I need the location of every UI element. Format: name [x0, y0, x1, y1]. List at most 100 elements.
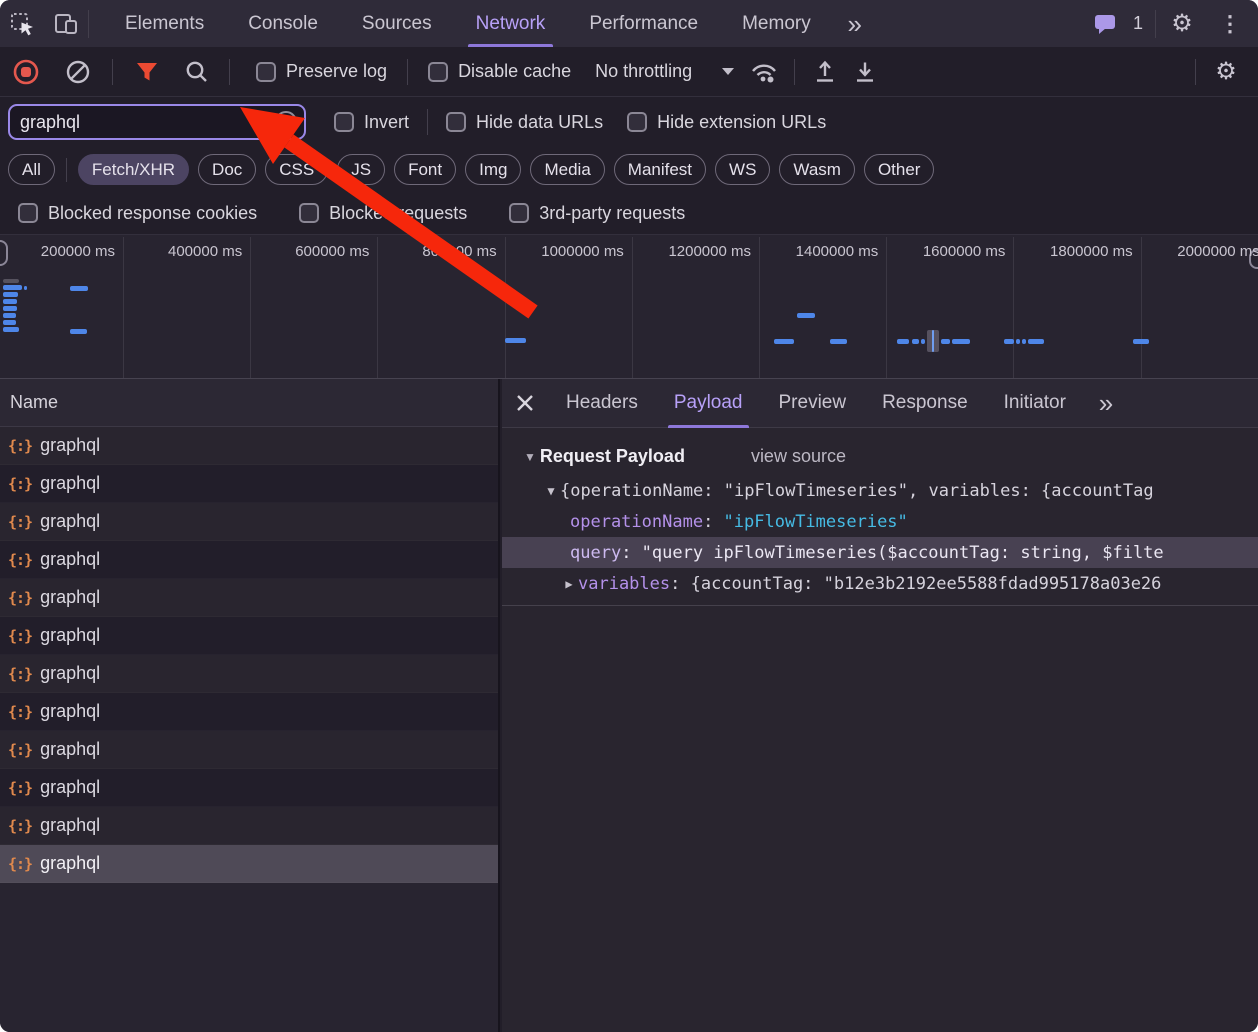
checkbox[interactable] — [446, 112, 467, 132]
chip-font[interactable]: Font — [394, 154, 457, 185]
tab-sources[interactable]: Sources — [340, 0, 454, 47]
details-tab-response[interactable]: Response — [864, 379, 986, 428]
payload-segment-key: variables — [578, 573, 671, 594]
filter-funnel-icon[interactable] — [127, 52, 167, 92]
issues-message-icon[interactable] — [1083, 0, 1127, 47]
request-row[interactable]: {:} graphql — [0, 541, 498, 579]
clear-filter-icon[interactable]: ✕ — [275, 111, 297, 133]
chip-css[interactable]: CSS — [265, 154, 329, 185]
chip-wasm[interactable]: Wasm — [779, 154, 855, 185]
view-source-link[interactable]: view source — [751, 446, 846, 467]
divider — [1195, 58, 1196, 85]
tab-elements[interactable]: Elements — [103, 0, 226, 47]
chip-all[interactable]: All — [8, 154, 55, 185]
more-detail-tabs-icon[interactable]: » — [1084, 380, 1128, 427]
devtools-window: Elements Console Sources Network Performance… — [0, 0, 1258, 1032]
chip-media[interactable]: Media — [530, 154, 605, 185]
waterfall-bar — [3, 279, 19, 283]
export-har-icon[interactable] — [845, 52, 885, 92]
request-name: graphql — [40, 739, 101, 759]
request-row[interactable]: {:} graphql — [0, 769, 498, 807]
collapse-triangle-icon[interactable]: ▼ — [524, 450, 536, 464]
network-settings-gear-icon[interactable]: ⚙ — [1206, 52, 1246, 92]
request-name: graphql — [40, 435, 101, 455]
blocked-response-cookies-checkbox[interactable]: Blocked response cookies — [4, 203, 271, 224]
tab-performance[interactable]: Performance — [567, 0, 720, 47]
request-row[interactable]: {:} graphql — [0, 655, 498, 693]
waterfall-bar — [797, 313, 815, 318]
tab-memory[interactable]: Memory — [720, 0, 833, 47]
collapse-triangle-icon[interactable]: ▼ — [542, 484, 560, 498]
request-row[interactable]: {:} graphql — [0, 427, 498, 465]
throttling-select[interactable]: No throttling — [585, 61, 744, 82]
chip-doc[interactable]: Doc — [198, 154, 257, 185]
chip-manifest[interactable]: Manifest — [613, 154, 707, 185]
checkbox[interactable] — [256, 61, 276, 82]
disable-cache-checkbox[interactable]: Disable cache — [414, 61, 585, 82]
fetch-xhr-icon: {:} — [8, 854, 33, 873]
name-column-header[interactable]: Name — [0, 379, 498, 427]
hide-extension-urls-checkbox[interactable]: Hide extension URLs — [615, 112, 838, 133]
invert-checkbox[interactable]: Invert — [322, 112, 421, 133]
request-row[interactable]: {:} graphql — [0, 503, 498, 541]
chip-js[interactable]: JS — [337, 154, 386, 185]
tab-console[interactable]: Console — [226, 0, 340, 47]
record-network-log-icon[interactable] — [6, 52, 46, 92]
details-tab-preview[interactable]: Preview — [761, 379, 865, 428]
request-row[interactable]: {:} graphql — [0, 579, 498, 617]
waterfall-bar — [897, 339, 909, 344]
chip-img[interactable]: Img — [465, 154, 522, 185]
request-row[interactable]: {:} graphql — [0, 465, 498, 503]
chip-ws[interactable]: WS — [715, 154, 771, 185]
clear-network-log-icon[interactable] — [58, 52, 98, 92]
inspect-element-icon[interactable] — [0, 0, 44, 47]
network-overview-timeline[interactable]: 200000 ms 400000 ms 600000 ms 800000 ms 1000… — [0, 235, 1258, 379]
checkbox[interactable] — [18, 203, 38, 223]
blocked-requests-checkbox[interactable]: Blocked requests — [285, 203, 481, 224]
checkbox[interactable] — [509, 203, 530, 223]
chip-fetch-xhr[interactable]: Fetch/XHR — [77, 154, 190, 185]
request-row[interactable]: {:} graphql — [0, 731, 498, 769]
request-row[interactable]: {:} graphql — [0, 845, 498, 883]
more-options-kebab-icon[interactable]: ⋮ — [1208, 0, 1252, 47]
search-icon[interactable] — [177, 52, 217, 92]
fetch-xhr-icon: {:} — [8, 626, 33, 645]
divider — [65, 157, 67, 182]
request-details-panel: Headers Payload Preview Response Initiator »… — [502, 379, 1258, 1032]
divider — [112, 58, 113, 85]
details-tab-payload[interactable]: Payload — [656, 379, 761, 428]
device-toolbar-icon[interactable] — [44, 0, 88, 47]
checkbox[interactable] — [627, 112, 648, 132]
chip-other[interactable]: Other — [863, 154, 935, 185]
import-har-icon[interactable] — [805, 52, 845, 92]
3rd-party-requests-checkbox[interactable]: 3rd-party requests — [495, 203, 699, 224]
waterfall-bar — [1016, 339, 1020, 344]
preserve-log-checkbox[interactable]: Preserve log — [242, 61, 401, 82]
request-name: graphql — [40, 473, 101, 493]
request-name: graphql — [40, 663, 101, 683]
settings-gear-icon[interactable]: ⚙ — [1160, 0, 1204, 47]
checkbox[interactable] — [299, 203, 320, 223]
details-tab-bar: Headers Payload Preview Response Initiator » — [502, 379, 1258, 428]
expand-triangle-icon[interactable]: ▶ — [560, 577, 578, 591]
details-tab-initiator[interactable]: Initiator — [986, 379, 1084, 428]
close-details-icon[interactable] — [502, 379, 548, 428]
checkbox[interactable] — [334, 112, 354, 132]
divider — [88, 9, 89, 38]
more-tabs-icon[interactable]: » — [833, 0, 877, 47]
request-row[interactable]: {:} graphql — [0, 617, 498, 655]
waterfall-bar — [505, 338, 526, 343]
chevron-down-icon — [722, 68, 735, 75]
filter-input[interactable] — [10, 111, 275, 133]
request-row[interactable]: {:} graphql — [0, 807, 498, 845]
overview-left-handle[interactable] — [0, 240, 8, 266]
request-name: graphql — [40, 549, 101, 569]
tab-network[interactable]: Network — [454, 0, 568, 47]
waterfall-bar — [24, 286, 27, 290]
details-tab-headers[interactable]: Headers — [548, 379, 656, 428]
request-row[interactable]: {:} graphql — [0, 693, 498, 731]
network-conditions-icon[interactable] — [744, 52, 784, 92]
hide-data-urls-checkbox[interactable]: Hide data URLs — [434, 112, 615, 133]
request-name: graphql — [40, 511, 101, 531]
checkbox[interactable] — [428, 61, 449, 82]
